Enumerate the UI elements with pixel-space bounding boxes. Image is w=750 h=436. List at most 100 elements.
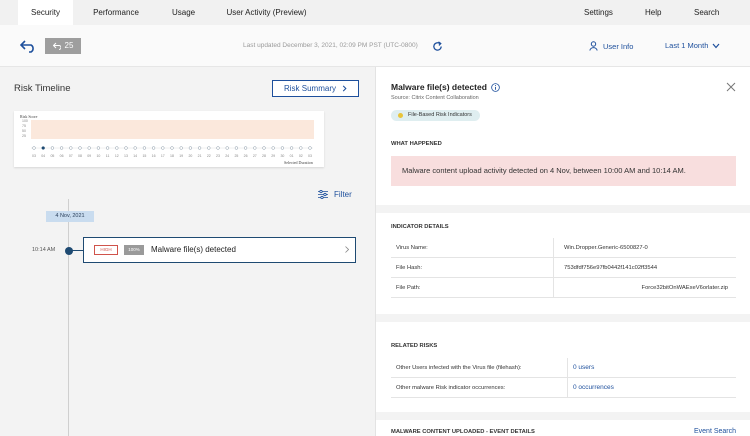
mini-chart-xtick: 01: [290, 154, 294, 158]
tab-security[interactable]: Security: [18, 0, 73, 25]
mini-chart-xtick: 02: [299, 154, 303, 158]
mini-chart-point[interactable]: [105, 146, 110, 150]
mini-chart-xtick: 03: [32, 154, 36, 158]
mini-chart-xtick: 13: [124, 154, 128, 158]
mini-chart-point[interactable]: [253, 146, 257, 150]
indicator-value: Win.Dropper.Generic-6500827-0: [564, 245, 648, 251]
mini-chart-point[interactable]: [87, 146, 91, 150]
filter-label: Filter: [334, 190, 352, 199]
severity-badge: HIGH: [94, 245, 118, 255]
tab-usage[interactable]: Usage: [160, 0, 206, 25]
related-risks-label: RELATED RISKS: [391, 343, 438, 349]
last-updated-text: Last updated December 3, 2021, 02:09 PM …: [243, 42, 418, 49]
related-occurrences-link[interactable]: 0 occurrences: [573, 384, 614, 391]
mini-chart-point[interactable]: [133, 146, 137, 150]
mini-chart-point[interactable]: [262, 146, 266, 150]
user-info-link[interactable]: User Info: [589, 41, 633, 51]
mini-chart-xtick: 29: [271, 154, 275, 158]
period-dropdown[interactable]: Last 1 Month: [665, 41, 720, 50]
related-users-link[interactable]: 0 users: [573, 364, 594, 371]
indicator-key: Virus Name:: [396, 245, 428, 251]
tab-user-activity[interactable]: User Activity (Preview): [214, 0, 319, 25]
mini-chart-point[interactable]: [197, 146, 202, 150]
mini-chart-point[interactable]: [32, 146, 36, 150]
mini-chart-point[interactable]: [69, 146, 73, 150]
filter-sliders-icon: [318, 190, 328, 199]
reply-icon: [52, 42, 61, 50]
mini-chart-point[interactable]: [243, 146, 248, 150]
mini-chart-point[interactable]: [161, 146, 165, 150]
indicator-key: File Hash:: [396, 265, 423, 271]
mini-chart-ytick: 75: [22, 124, 26, 128]
mini-chart-xtick: 03: [308, 154, 312, 158]
mini-chart-xtick: 28: [262, 154, 266, 158]
event-title: Malware file(s) detected: [151, 245, 236, 254]
filter-button[interactable]: Filter: [318, 190, 352, 199]
risk-timeline-panel: Risk Timeline Risk Summary Risk Score 10…: [0, 67, 375, 436]
details-title-text: Malware file(s) detected: [391, 82, 487, 92]
mini-chart-xtick: 19: [179, 154, 183, 158]
indicator-details-label: INDICATOR DETAILS: [391, 224, 449, 230]
mini-chart-point[interactable]: [207, 146, 211, 150]
risk-category-tag: File-Based Risk Indicators: [391, 110, 480, 121]
mini-chart-point[interactable]: [234, 146, 239, 150]
mini-chart-xtick: 25: [234, 154, 238, 158]
tab-performance[interactable]: Performance: [80, 0, 152, 25]
mini-chart-point[interactable]: [170, 146, 174, 150]
mini-chart-point[interactable]: [225, 146, 229, 150]
mini-chart-xtick: 10: [96, 154, 100, 158]
mini-chart-xtick: 14: [133, 154, 137, 158]
mini-chart-point[interactable]: [50, 146, 55, 150]
event-search-link[interactable]: Event Search: [694, 428, 736, 435]
nav-help[interactable]: Help: [633, 0, 673, 25]
mini-chart-point[interactable]: [124, 146, 128, 150]
timeline-dot: [65, 247, 73, 255]
timeline-date-chip: 4 Nov, 2021: [46, 211, 94, 222]
mini-chart-xtick: 11: [106, 154, 110, 158]
related-risk-value-cell: 0 users: [567, 358, 736, 378]
chevron-right-icon: [342, 85, 347, 92]
mini-chart-point[interactable]: [216, 146, 220, 150]
user-info-label: User Info: [603, 41, 634, 51]
risk-score-mini-chart[interactable]: Risk Score 100 75 50 25 03 04 05 06 07 08 09 10 11 1…: [14, 111, 324, 167]
indicator-row: File Hash: 753dfdf756e97fb0442f141c02ff3…: [391, 258, 736, 278]
mini-chart-xtick: 16: [152, 154, 156, 158]
refresh-icon[interactable]: [432, 41, 443, 52]
indicator-value-cell: 753dfdf756e97fb0442f141c02ff3544: [553, 258, 736, 278]
close-icon[interactable]: [726, 82, 736, 92]
mini-chart-point[interactable]: [151, 146, 156, 150]
mini-chart-point[interactable]: [59, 146, 64, 150]
related-risk-row: Other Users infected with the Virus file…: [391, 358, 736, 378]
mini-chart-point[interactable]: [280, 146, 285, 150]
tag-label: File-Based Risk Indicators: [408, 112, 472, 118]
mini-chart-xtick: 15: [142, 154, 146, 158]
mini-chart-point[interactable]: [78, 146, 82, 150]
risk-summary-button[interactable]: Risk Summary: [272, 80, 359, 97]
nav-settings[interactable]: Settings: [572, 0, 624, 25]
details-source: Source: Citrix Content Collaboration: [391, 95, 479, 101]
period-label: Last 1 Month: [665, 41, 709, 50]
indicator-value-cell: Force32bitOnWAExeV6orlater.zip: [553, 278, 736, 298]
risk-summary-label: Risk Summary: [283, 84, 336, 93]
nav-search[interactable]: Search: [682, 0, 730, 25]
risk-count-badge[interactable]: 25: [45, 38, 81, 54]
info-icon[interactable]: [491, 82, 500, 92]
mini-chart-point[interactable]: [96, 146, 101, 150]
mini-chart-xtick: 07: [69, 154, 73, 158]
timeline-time-label: 10:14 AM: [32, 247, 56, 253]
section-divider: [376, 205, 750, 213]
mini-chart-point[interactable]: [115, 146, 119, 150]
mini-chart-point[interactable]: [41, 146, 45, 150]
indicator-value: 753dfdf756e97fb0442f141c02ff3544: [564, 265, 658, 271]
back-arrow-icon[interactable]: [20, 39, 36, 53]
mini-chart-point[interactable]: [308, 146, 312, 150]
timeline-event-card[interactable]: HIGH 100% Malware file(s) detected: [83, 237, 356, 263]
mini-chart-point[interactable]: [299, 146, 303, 150]
mini-chart-point[interactable]: [289, 146, 294, 150]
related-risk-value-cell: 0 occurrences: [567, 378, 736, 398]
mini-chart-point[interactable]: [271, 146, 275, 150]
mini-chart-point[interactable]: [188, 146, 193, 150]
mini-chart-point[interactable]: [179, 146, 183, 150]
mini-chart-xtick: 27: [253, 154, 257, 158]
mini-chart-point[interactable]: [142, 146, 147, 150]
